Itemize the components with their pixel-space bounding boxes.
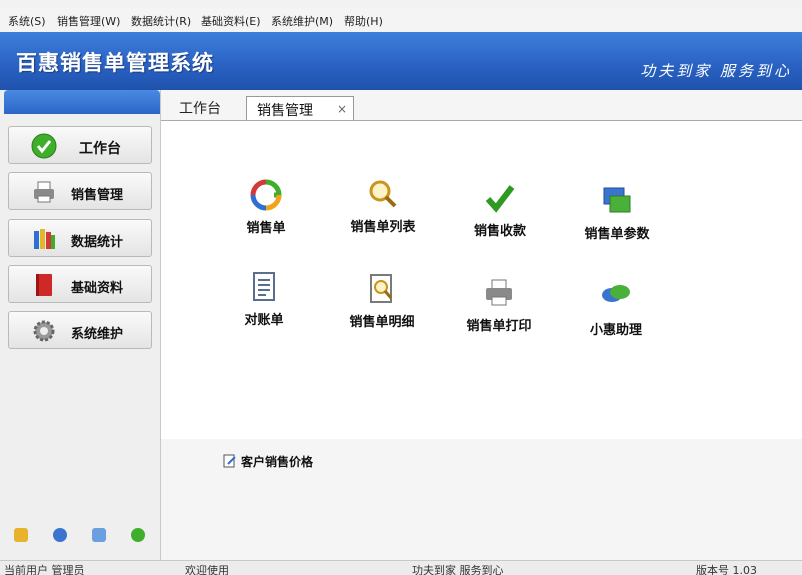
status-welcome: 欢迎使用 — [185, 564, 229, 575]
main-area: 工作台 销售管理 × 销售单 销售单列表 销售收款 销售单参数 对账单 销售单明… — [161, 90, 802, 560]
document-icon — [253, 272, 275, 301]
chat-bubbles-icon — [602, 285, 630, 302]
windows-icon — [603, 187, 631, 213]
magnifier-icon — [369, 180, 397, 208]
menu-stats[interactable]: 数据统计(R) — [131, 13, 191, 29]
tab-sales-label: 销售管理 — [257, 103, 313, 119]
refresh-arrows-icon — [250, 179, 282, 211]
func-sales-print[interactable]: 销售单打印 — [444, 277, 554, 347]
left-nav: 工作台 销售管理 数据统计 基础资料 系统维护 — [0, 90, 161, 560]
menu-sales[interactable]: 销售管理(W) — [57, 13, 120, 29]
quick-links-panel: 客户销售价格 — [161, 439, 802, 560]
nav-maintain-label: 系统维护 — [71, 327, 124, 342]
edit-icon — [223, 454, 236, 468]
tab-workbench[interactable]: 工作台 — [179, 98, 221, 118]
nav-workbench[interactable]: 工作台 — [8, 126, 152, 164]
nav-data-stats[interactable]: 数据统计 — [8, 219, 152, 257]
func-sales-params[interactable]: 销售单参数 — [562, 185, 672, 255]
func-sales-list-label: 销售单列表 — [350, 220, 416, 235]
tab-sales-management[interactable]: 销售管理 × — [246, 96, 354, 121]
nav-stats-label: 数据统计 — [71, 235, 124, 250]
nav-workbench-label: 工作台 — [79, 141, 121, 157]
func-assistant[interactable]: 小惠助理 — [561, 281, 671, 351]
nav-basic-label: 基础资料 — [71, 281, 124, 296]
func-sales-order-label: 销售单 — [246, 221, 286, 236]
nav-sales-label: 销售管理 — [71, 188, 124, 203]
func-sales-detail-label: 销售单明细 — [349, 315, 415, 330]
gear-icon — [33, 320, 55, 342]
func-sales-payment-label: 销售收款 — [473, 224, 526, 239]
func-sales-params-label: 销售单参数 — [584, 227, 650, 242]
nav-system-maintenance[interactable]: 系统维护 — [8, 311, 152, 349]
checkmark-icon — [485, 185, 515, 213]
app-title: 百惠销售单管理系统 — [16, 51, 214, 75]
monitor-icon[interactable] — [92, 528, 106, 542]
left-toolbar — [0, 528, 160, 548]
printer-icon — [34, 181, 54, 203]
func-statement-label: 对账单 — [244, 313, 284, 328]
func-sales-order[interactable]: 销售单 — [211, 179, 321, 249]
books-icon — [34, 229, 55, 249]
status-slogan: 功夫到家 服务到心 — [412, 564, 504, 575]
menu-help[interactable]: 帮助(H) — [344, 13, 383, 29]
status-bar: 当前用户 管理员 欢迎使用 功夫到家 服务到心 版本号 1.03 — [0, 560, 802, 575]
check-icon — [31, 133, 57, 159]
left-nav-header — [4, 90, 160, 114]
tab-close-icon[interactable]: × — [337, 102, 347, 116]
func-statement[interactable]: 对账单 — [209, 271, 319, 341]
func-sales-print-label: 销售单打印 — [466, 319, 532, 334]
printer-icon — [486, 279, 512, 306]
document-search-icon — [370, 274, 393, 303]
menu-system[interactable]: 系统(S) — [8, 13, 46, 29]
menu-basic[interactable]: 基础资料(E) — [201, 13, 261, 29]
func-sales-payment[interactable]: 销售收款 — [445, 182, 555, 252]
status-user: 当前用户 管理员 — [4, 564, 85, 575]
function-panel: 销售单 销售单列表 销售收款 销售单参数 对账单 销售单明细 销售单打印 小惠助… — [161, 120, 802, 440]
red-book-icon — [36, 274, 52, 296]
func-sales-detail[interactable]: 销售单明细 — [327, 273, 437, 343]
func-assistant-label: 小惠助理 — [589, 323, 642, 338]
status-version: 版本号 1.03 — [696, 564, 757, 575]
app-banner: 百惠销售单管理系统 功夫到家 服务到心 — [0, 32, 802, 90]
link-customer-price-label: 客户销售价格 — [241, 455, 314, 469]
banner-slogan: 功夫到家 服务到心 — [640, 62, 792, 80]
menu-maintain[interactable]: 系统维护(M) — [271, 13, 333, 29]
key-icon[interactable] — [14, 528, 28, 542]
back-arrow-icon[interactable] — [131, 528, 145, 542]
clock-icon[interactable] — [53, 528, 67, 542]
func-sales-list[interactable]: 销售单列表 — [328, 178, 438, 248]
nav-sales-management[interactable]: 销售管理 — [8, 172, 152, 210]
nav-basic-data[interactable]: 基础资料 — [8, 265, 152, 303]
menu-bar: 系统(S) 销售管理(W) 数据统计(R) 基础资料(E) 系统维护(M) 帮助… — [0, 8, 802, 33]
